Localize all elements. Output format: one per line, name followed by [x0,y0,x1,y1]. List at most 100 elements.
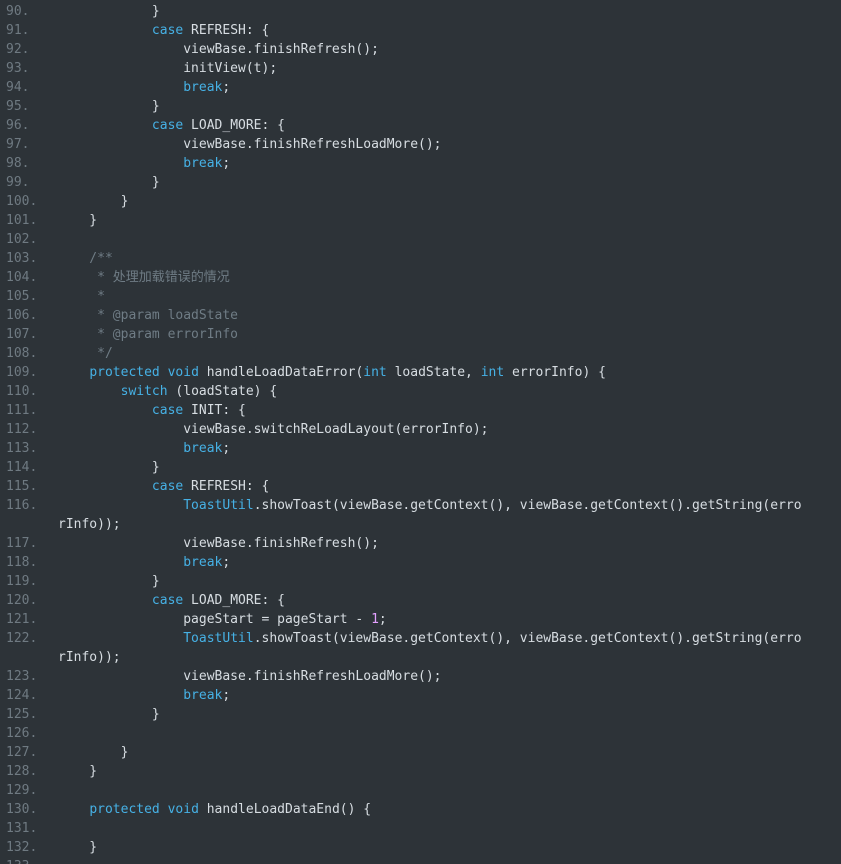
line-number: 132. [6,840,38,855]
line-code: * @param loadState [58,306,835,325]
line-number: 109. [6,365,38,380]
code-token-comment: * [58,289,105,304]
line-code: } [58,192,835,211]
code-line: 130. protected void handleLoadDataEnd() … [0,800,841,819]
code-token-plain: } [58,745,129,760]
code-token-plain: ; [378,612,387,627]
code-token-plain: } [58,99,160,114]
line-number: 96. [6,118,30,133]
line-code: * [58,287,835,306]
line-number: 125. [6,707,38,722]
code-line: 107. * @param errorInfo [0,325,841,344]
line-number: 106. [6,308,38,323]
code-line: 93. initView(t); [0,59,841,78]
code-token-plain: .showToast(viewBase.getContext(), viewBa… [253,498,802,513]
code-token-plain: } [58,707,160,722]
code-token-kw: switch [120,384,168,399]
code-line: 92. viewBase.finishRefresh(); [0,40,841,59]
line-code: } [58,97,835,116]
line-number: 108. [6,346,38,361]
line-number: 91. [6,23,30,38]
code-token-plain: pageStart = pageStart - [58,612,372,627]
line-code: } [58,2,835,21]
code-line: 132. } [0,838,841,857]
code-viewer: 90. } 91. case REFRESH: {92. viewBase.fin… [0,0,841,864]
code-token-plain: ; [222,688,231,703]
code-token-num: 1 [371,612,379,627]
code-token-plain: handleLoadDataEnd() { [198,802,372,817]
code-token-plain: initView(t); [58,61,278,76]
code-line: 94. break; [0,78,841,97]
line-number: 101. [6,213,38,228]
code-token-plain: ; [222,555,231,570]
code-line: 119. } [0,572,841,591]
line-code: pageStart = pageStart - 1; [58,610,835,629]
code-token-plain: ; [222,156,231,171]
line-number: 117. [6,536,38,551]
line-code: * @param errorInfo [58,325,835,344]
code-token-plain: viewBase.finishRefreshLoadMore(); [58,669,442,684]
code-line: 126. [0,724,841,743]
code-token-kw: break [183,555,223,570]
line-number: 118. [6,555,38,570]
code-token-plain: } [58,764,98,779]
code-token-class: ToastUtil [183,631,254,646]
code-line: 133. [0,857,841,864]
line-code: break; [58,553,835,572]
code-line: 106. * @param loadState [0,306,841,325]
line-number: 90. [6,4,30,19]
line-number: 130. [6,802,38,817]
code-line: 112. viewBase.switchReLoadLayout(errorIn… [0,420,841,439]
code-lines: 90. } 91. case REFRESH: {92. viewBase.fin… [0,2,841,864]
line-code: break; [58,78,835,97]
line-code: initView(t); [58,59,835,78]
line-number: 95. [6,99,30,114]
line-code: case LOAD_MORE: { [58,116,835,135]
line-code: } [58,705,835,724]
code-token-plain: } [58,4,160,19]
line-code: viewBase.finishRefreshLoadMore(); [58,667,835,686]
line-code: break; [58,154,835,173]
code-token-plain: ; [222,441,231,456]
line-code: case INIT: { [58,401,835,420]
line-code: } [58,211,835,230]
line-number: 93. [6,61,30,76]
code-token-kw: break [183,80,223,95]
line-code: break; [58,686,835,705]
line-number: 114. [6,460,38,475]
line-number: 92. [6,42,30,57]
code-line: 91. case REFRESH: { [0,21,841,40]
line-number: 102. [6,232,38,247]
code-token-type: int [363,365,387,380]
line-number: 103. [6,251,38,266]
code-token-comment: * @param loadState [58,308,239,323]
code-line: 131. [0,819,841,838]
code-token-plain: } [58,213,98,228]
line-number: 129. [6,783,38,798]
code-line: 104. * 处理加载错误的情况 [0,268,841,287]
code-token-plain: viewBase.finishRefresh(); [58,536,379,551]
code-token-comment: */ [58,346,113,361]
code-token-kw: case [151,403,184,418]
line-code: protected void handleLoadDataError(int l… [58,363,835,382]
line-number: 133. [6,857,38,864]
line-number: 124. [6,688,38,703]
line-number: 100. [6,194,38,209]
code-line: 118. break; [0,553,841,572]
code-token-plain: viewBase.switchReLoadLayout(errorInfo); [58,422,489,437]
line-code: */ [58,344,835,363]
line-code: viewBase.switchReLoadLayout(errorInfo); [58,420,835,439]
code-line: 111. case INIT: { [0,401,841,420]
line-code: case LOAD_MORE: { [58,591,835,610]
code-token-kw: protected [89,802,160,817]
